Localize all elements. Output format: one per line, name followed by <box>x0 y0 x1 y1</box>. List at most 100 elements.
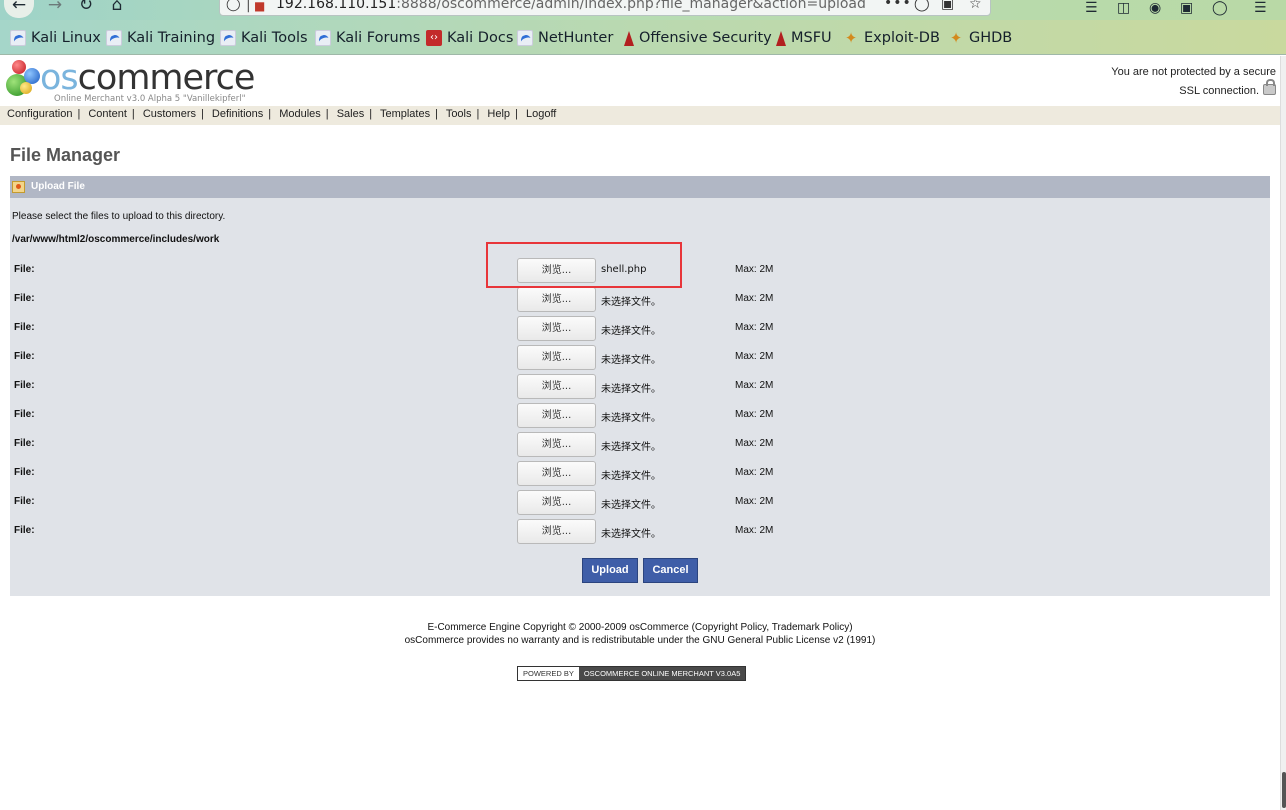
url-bar[interactable]: ◯ | ■ 192.168.110.151:8888/oscommerce/ad… <box>219 0 991 16</box>
menu-help[interactable]: Help <box>487 108 510 120</box>
extension-icon[interactable]: ▣ <box>1180 0 1193 16</box>
browse-button[interactable]: 浏览... <box>517 432 596 457</box>
menu-separator: | <box>201 108 204 120</box>
bookmark-kali-forums[interactable]: Kali Forums <box>315 28 420 48</box>
bookmark-label: Kali Tools <box>241 30 308 46</box>
menu-templates[interactable]: Templates <box>380 108 430 120</box>
home-icon[interactable]: ⌂ <box>106 0 128 18</box>
tracking-shield-icon[interactable]: ◯ <box>226 0 241 12</box>
kali-dragon-icon <box>517 30 533 46</box>
bookmark-kali-training[interactable]: Kali Training <box>106 28 215 48</box>
browser-toolbar: ← → ↻ ⌂ ◯ | ■ 192.168.110.151:8888/oscom… <box>0 0 1286 20</box>
bookmark-kali-tools[interactable]: Kali Tools <box>220 28 308 48</box>
menu-separator: | <box>325 108 329 120</box>
file-label: File: <box>14 380 35 391</box>
file-label: File: <box>14 351 35 362</box>
menu-separator: | <box>131 108 135 120</box>
file-label: File: <box>14 438 35 449</box>
max-size: Max: 2M <box>735 264 774 275</box>
oscommerce-logo[interactable]: oscommerce Online Merchant v3.0 Alpha 5 … <box>6 58 255 104</box>
reload-icon[interactable]: ↻ <box>75 0 97 18</box>
menu-configuration[interactable]: Configuration <box>7 108 72 120</box>
powered-by-label: POWERED BY <box>518 667 579 680</box>
bookmark-exploit-db[interactable]: ✦ Exploit-DB <box>843 28 940 48</box>
browse-button[interactable]: 浏览... <box>517 519 596 544</box>
file-label: File: <box>14 264 35 275</box>
browse-button[interactable]: 浏览... <box>517 374 596 399</box>
menu-tools[interactable]: Tools <box>446 108 472 120</box>
footer-license: osCommerce provides no warranty and is r… <box>404 635 876 646</box>
ssl-warning-line1: You are not protected by a secure <box>1111 66 1276 78</box>
bookmark-kali-docs[interactable]: ‹› Kali Docs <box>426 28 513 48</box>
kali-docs-icon: ‹› <box>426 30 442 46</box>
menu-separator: | <box>369 108 373 120</box>
pocket-icon[interactable]: ◯ <box>914 0 930 12</box>
browse-button[interactable]: 浏览... <box>517 490 596 515</box>
bookmark-label: MSFU <box>791 30 832 46</box>
url-text[interactable]: 192.168.110.151:8888/oscommerce/admin/in… <box>276 0 866 12</box>
file-label: File: <box>14 293 35 304</box>
menu-separator: | <box>77 108 81 120</box>
menu-separator: | <box>476 108 480 120</box>
menu-content[interactable]: Content <box>88 108 127 120</box>
max-size: Max: 2M <box>735 380 774 391</box>
bookmark-label: NetHunter <box>538 30 614 46</box>
hamburger-menu-icon[interactable]: ☰ <box>1254 0 1267 16</box>
kali-dragon-icon <box>106 30 122 46</box>
file-label: File: <box>14 467 35 478</box>
bookmark-kali-linux[interactable]: Kali Linux <box>10 28 101 48</box>
addon-icon[interactable]: ◯ <box>1212 0 1228 16</box>
footer: E-Commerce Engine Copyright © 2000-2009 … <box>0 621 1280 647</box>
page-scrollbar[interactable] <box>1280 56 1286 810</box>
bookmark-label: Exploit-DB <box>864 30 940 46</box>
browse-button[interactable]: 浏览... <box>517 287 596 312</box>
page-actions-menu-icon[interactable]: ••• <box>884 0 912 11</box>
menu-definitions[interactable]: Definitions <box>212 108 263 120</box>
logo-tagline: Online Merchant v3.0 Alpha 5 "Vanillekip… <box>54 94 246 104</box>
selected-filename: 未选择文件。 <box>601 326 661 337</box>
file-row-6: File: 浏览... 未选择文件。 Max: 2M <box>10 403 1270 429</box>
file-row-3: File: 浏览... 未选择文件。 Max: 2M <box>10 316 1270 342</box>
bookmark-nethunter[interactable]: NetHunter <box>517 28 613 48</box>
selected-filename: 未选择文件。 <box>601 471 661 482</box>
browse-button[interactable]: 浏览... <box>517 316 596 341</box>
menu-separator: | <box>268 108 272 120</box>
browse-button[interactable]: 浏览... <box>517 461 596 486</box>
sidebar-icon[interactable]: ◫ <box>1117 0 1130 16</box>
ssl-warning-text: SSL connection. <box>1179 85 1259 97</box>
offsec-icon <box>622 30 634 46</box>
back-arrow-icon[interactable]: ← <box>4 0 34 18</box>
library-icon[interactable]: ☰ <box>1085 0 1098 16</box>
forward-arrow-icon[interactable]: → <box>44 0 66 18</box>
scrollbar-thumb[interactable] <box>1282 772 1286 808</box>
bookmark-label: Offensive Security <box>639 30 772 46</box>
menu-sales[interactable]: Sales <box>337 108 365 120</box>
browse-button[interactable]: 浏览... <box>517 403 596 428</box>
file-row-7: File: 浏览... 未选择文件。 Max: 2M <box>10 432 1270 458</box>
bookmark-label: Kali Forums <box>336 30 421 46</box>
upload-panel: Upload File Please select the files to u… <box>10 176 1270 596</box>
account-icon[interactable]: ◉ <box>1149 0 1161 16</box>
file-row-9: File: 浏览... 未选择文件。 Max: 2M <box>10 490 1270 516</box>
max-size: Max: 2M <box>735 496 774 507</box>
menu-logoff[interactable]: Logoff <box>526 108 556 120</box>
upload-button[interactable]: Upload <box>582 558 638 583</box>
offsec-icon <box>774 30 786 46</box>
url-path: :8888/oscommerce/admin/index.php?file_ma… <box>396 0 866 12</box>
max-size: Max: 2M <box>735 293 774 304</box>
bookmark-msfu[interactable]: MSFU <box>774 28 832 48</box>
annotation-highlight-box <box>486 242 682 288</box>
browse-button[interactable]: 浏览... <box>517 345 596 370</box>
admin-menu: Configuration | Content | Customers | Defin… <box>0 106 1280 125</box>
translate-icon[interactable]: ▣ <box>941 0 954 12</box>
powered-by-badge[interactable]: POWERED BY OSCOMMERCE ONLINE MERCHANT V3… <box>517 666 747 681</box>
menu-modules[interactable]: Modules <box>279 108 321 120</box>
bookmark-ghdb[interactable]: ✦ GHDB <box>948 28 1013 48</box>
menu-customers[interactable]: Customers <box>143 108 196 120</box>
kali-dragon-icon <box>315 30 331 46</box>
ssl-warning-line2: SSL connection. <box>1076 79 1276 101</box>
bookmark-star-icon[interactable]: ☆ <box>969 0 982 12</box>
cancel-button[interactable]: Cancel <box>643 558 698 583</box>
bookmark-offensive-security[interactable]: Offensive Security <box>622 28 772 48</box>
insecure-lock-icon[interactable]: ■ <box>254 0 266 13</box>
